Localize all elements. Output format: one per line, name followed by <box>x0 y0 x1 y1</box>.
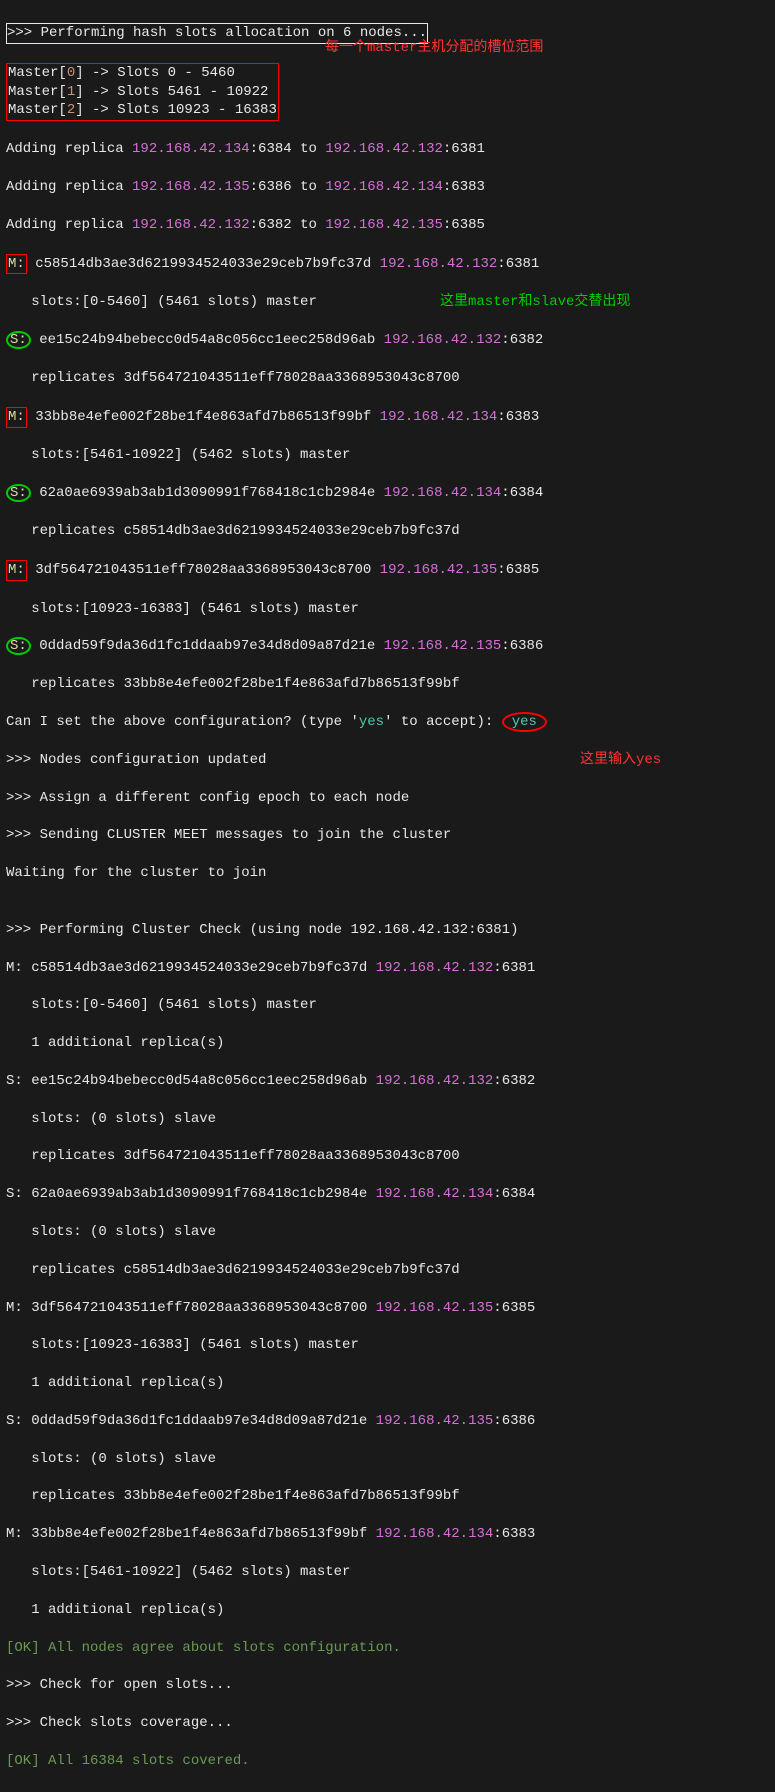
annotation-type-yes: 这里输入yes <box>580 751 661 770</box>
annotation-slots-range: 每一个master主机分配的槽位范围 <box>325 39 543 58</box>
master-tag-1: M: <box>6 254 27 275</box>
master-tag-3: M: <box>6 560 27 581</box>
slave-tag-2: S: <box>6 484 31 502</box>
terminal-output: >>> Performing hash slots allocation on … <box>0 0 775 1792</box>
user-input-yes[interactable]: yes <box>512 714 537 730</box>
annotation-alternate: 这里master和slave交替出现 <box>440 293 630 312</box>
shell-prompt: [root@192 cluster] <box>6 1791 157 1792</box>
master-slots-box: Master[0] -> Slots 0 - 5460Master[1] -> … <box>6 63 279 122</box>
master-tag-2: M: <box>6 407 27 428</box>
yes-input-highlight: yes <box>502 712 547 732</box>
slave-tag-1: S: <box>6 331 31 349</box>
slave-tag-3: S: <box>6 637 31 655</box>
